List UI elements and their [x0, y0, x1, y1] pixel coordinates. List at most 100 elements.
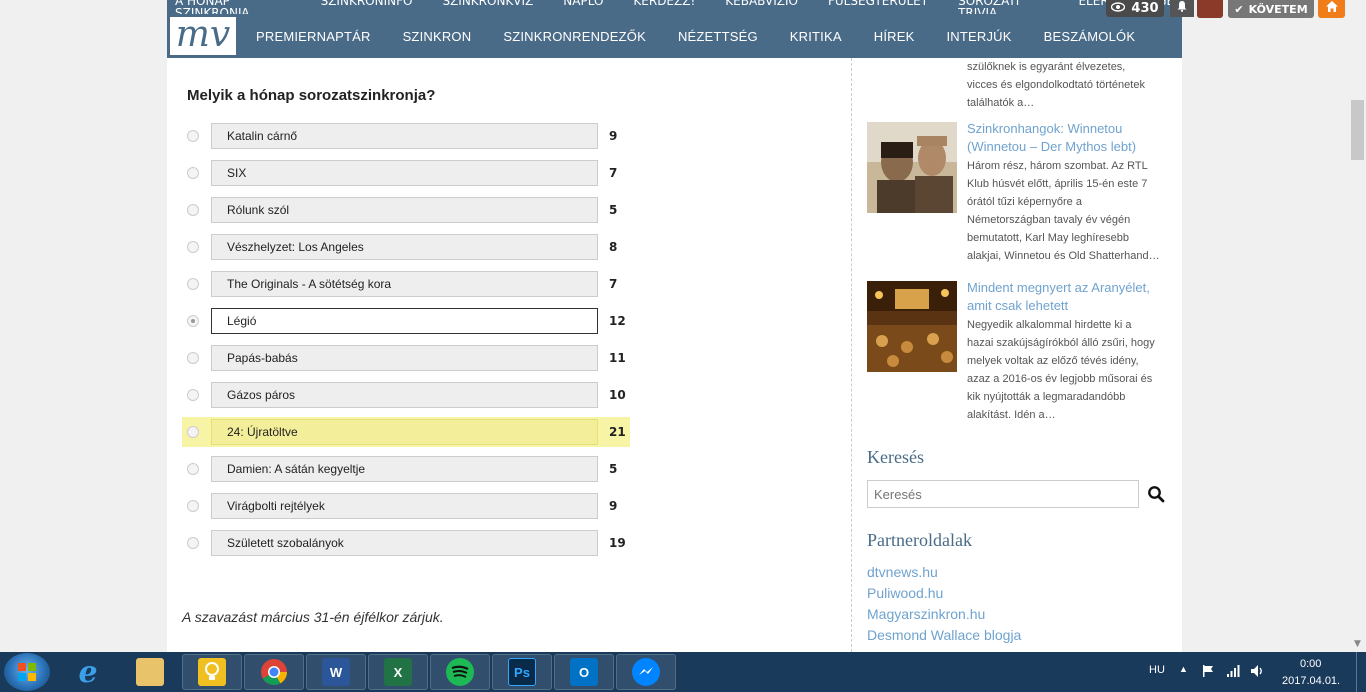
- poll-vote-count: 10: [609, 388, 626, 402]
- taskbar-excel[interactable]: X: [368, 654, 428, 690]
- poll-option-row[interactable]: 24: Újratöltve 21: [182, 417, 630, 447]
- poll-option-row[interactable]: Virágbolti rejtélyek 9: [182, 491, 630, 521]
- poll-radio[interactable]: [187, 463, 199, 475]
- nav-item[interactable]: PREMIERNAPTÁR: [256, 29, 371, 44]
- article-title-line[interactable]: Szinkronhangok: Winnetou: [967, 120, 1172, 138]
- poll-option-label[interactable]: Született szobalányok: [211, 530, 598, 556]
- flag-icon[interactable]: [1201, 664, 1215, 681]
- poll-option-label[interactable]: Gázos páros: [211, 382, 598, 408]
- follow-button[interactable]: ✔ KÖVETEM: [1228, 0, 1314, 18]
- topbar-link[interactable]: KÉRDEZZ!: [633, 0, 695, 14]
- home-icon[interactable]: [1318, 0, 1345, 18]
- nav-item[interactable]: INTERJÚK: [946, 29, 1011, 44]
- nav-item[interactable]: SZINKRON: [403, 29, 472, 44]
- poll-radio[interactable]: [187, 537, 199, 549]
- taskbar-spotify[interactable]: [430, 654, 490, 690]
- bell-icon[interactable]: [1170, 0, 1194, 17]
- poll-radio[interactable]: [187, 204, 199, 216]
- taskbar-photoshop[interactable]: Ps: [492, 654, 552, 690]
- nav-item[interactable]: NÉZETTSÉG: [678, 29, 758, 44]
- user-avatar[interactable]: [1197, 0, 1223, 18]
- taskbar-chrome[interactable]: [244, 654, 304, 690]
- poll-option-row[interactable]: Damien: A sátán kegyeltje 5: [182, 454, 630, 484]
- nav-item[interactable]: KRITIKA: [790, 29, 842, 44]
- poll-option-row[interactable]: Légió 12: [182, 306, 630, 336]
- poll-option-row[interactable]: Vészhelyzet: Los Angeles 8: [182, 232, 630, 262]
- poll-option-row[interactable]: Gázos páros 10: [182, 380, 630, 410]
- poll-option-label[interactable]: Vészhelyzet: Los Angeles: [211, 234, 598, 260]
- speaker-icon[interactable]: [1250, 664, 1264, 681]
- nav-item[interactable]: BESZÁMOLÓK: [1044, 29, 1136, 44]
- main-content: Melyik a hónap sorozatszinkronja? Katali…: [167, 58, 1182, 652]
- show-desktop-button[interactable]: [1356, 652, 1366, 692]
- poll-option-label[interactable]: 24: Újratöltve: [211, 419, 598, 445]
- page-scrollbar[interactable]: [1349, 0, 1366, 652]
- scroll-down-icon[interactable]: ▼: [1351, 638, 1364, 650]
- poll-radio[interactable]: [187, 389, 199, 401]
- poll-option-row[interactable]: The Originals - A sötétség kora 7: [182, 269, 630, 299]
- taskbar-file-explorer[interactable]: [120, 654, 180, 690]
- topbar-link[interactable]: NAPLÓ: [563, 0, 603, 14]
- topbar-link[interactable]: SZINKRONINFÓ: [321, 0, 413, 14]
- article-title[interactable]: Mindent megnyert az Aranyélet, amit csak…: [967, 279, 1172, 315]
- poll-option-label[interactable]: Papás-babás: [211, 345, 598, 371]
- search-icon[interactable]: [1147, 485, 1165, 503]
- tray-expand-icon[interactable]: ▲: [1179, 664, 1188, 674]
- topbar-link[interactable]: SZINKRONKVÍZ: [442, 0, 533, 14]
- poll-option-row[interactable]: Született szobalányok 19: [182, 528, 630, 558]
- taskbar-word[interactable]: W: [306, 654, 366, 690]
- search-input[interactable]: [868, 481, 1138, 507]
- poll-option-label[interactable]: Rólunk szól: [211, 197, 598, 223]
- partner-link[interactable]: Puliwood.hu: [867, 585, 943, 601]
- signal-icon[interactable]: [1226, 665, 1240, 680]
- tray-language[interactable]: HU: [1149, 664, 1165, 676]
- poll-radio[interactable]: [187, 315, 199, 327]
- article-title[interactable]: Szinkronhangok: Winnetou (Winnetou – Der…: [967, 120, 1172, 156]
- poll-option-row[interactable]: SIX 7: [182, 158, 630, 188]
- partner-link[interactable]: Magyarszinkron.hu: [867, 606, 985, 622]
- taskbar-internet-explorer[interactable]: e: [58, 654, 118, 690]
- poll-option-row[interactable]: Rólunk szól 5: [182, 195, 630, 225]
- site-logo[interactable]: mv: [170, 17, 236, 55]
- article-thumbnail[interactable]: [867, 122, 957, 213]
- poll-option-label[interactable]: The Originals - A sötétség kora: [211, 271, 598, 297]
- poll-option-label[interactable]: Virágbolti rejtélyek: [211, 493, 598, 519]
- nav-item[interactable]: SZINKRONRENDEZŐK: [503, 29, 646, 44]
- excerpt-line: Negyedik alkalommal hirdette ki a: [967, 319, 1132, 331]
- poll-radio[interactable]: [187, 167, 199, 179]
- poll-option-row[interactable]: Papás-babás 11: [182, 343, 630, 373]
- article-title-line[interactable]: (Winnetou – Der Mythos lebt): [967, 138, 1172, 156]
- topbar-link[interactable]: SOROZATI TRIVIA: [958, 0, 1048, 14]
- scrollbar-thumb[interactable]: [1351, 100, 1364, 160]
- poll-radio[interactable]: [187, 352, 199, 364]
- messenger-icon: [632, 658, 660, 686]
- poll-option-label[interactable]: SIX: [211, 160, 598, 186]
- poll-radio[interactable]: [187, 130, 199, 142]
- start-button[interactable]: [4, 653, 50, 691]
- topbar-link[interactable]: A HÓNAP SZINKRONJA: [175, 0, 291, 14]
- snippet-line: találhatók a…: [967, 97, 1035, 109]
- topbar-link[interactable]: KEBABVÍZIÓ: [725, 0, 798, 14]
- partner-link[interactable]: Desmond Wallace blogja: [867, 627, 1021, 643]
- poll-option-row[interactable]: Katalin cárnő 9: [182, 121, 630, 151]
- article-title-line[interactable]: Mindent megnyert az Aranyélet,: [967, 279, 1172, 297]
- poll-option-label[interactable]: Katalin cárnő: [211, 123, 598, 149]
- taskbar-bulb-app[interactable]: [182, 654, 242, 690]
- poll-radio[interactable]: [187, 500, 199, 512]
- poll-radio[interactable]: [187, 426, 199, 438]
- snippet-line: szülőknek is egyaránt élvezetes,: [967, 61, 1126, 73]
- tray-date[interactable]: 2017.04.01.: [1282, 675, 1340, 687]
- poll-option-label[interactable]: Damien: A sátán kegyeltje: [211, 456, 598, 482]
- partner-link[interactable]: dtvnews.hu: [867, 564, 938, 580]
- taskbar-messenger[interactable]: [616, 654, 676, 690]
- poll-radio[interactable]: [187, 278, 199, 290]
- taskbar-outlook[interactable]: O: [554, 654, 614, 690]
- tray-time[interactable]: 0:00: [1300, 658, 1321, 670]
- topbar-link[interactable]: FÜLSÉGTERÜLET: [828, 0, 928, 14]
- poll-radio[interactable]: [187, 241, 199, 253]
- article-thumbnail[interactable]: [867, 281, 957, 372]
- article-title-line[interactable]: amit csak lehetett: [967, 297, 1172, 315]
- poll-option-label[interactable]: Légió: [211, 308, 598, 334]
- search-field[interactable]: [867, 480, 1139, 508]
- nav-item[interactable]: HÍREK: [874, 29, 915, 44]
